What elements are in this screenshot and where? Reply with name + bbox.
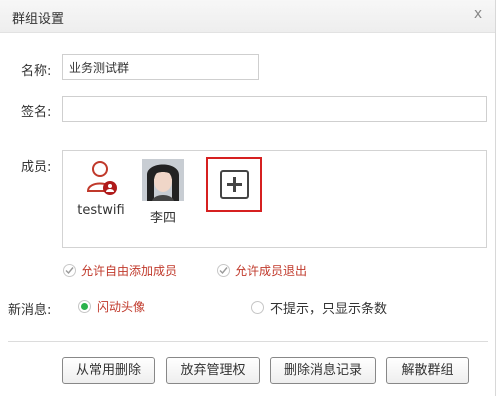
user-outline-icon — [86, 161, 117, 195]
disband-group-button[interactable]: 解散群组 — [386, 357, 469, 384]
radio-flash-avatar[interactable]: 闪动头像 — [78, 298, 145, 315]
allow-add-label: 允许自由添加成员 — [81, 264, 178, 278]
radio-selected-icon — [78, 300, 91, 313]
add-member-button[interactable] — [206, 157, 262, 212]
dialog-title: 群组设置 — [12, 12, 65, 27]
group-settings-dialog: 群组设置 x 名称: 签名: 成员: testwifi — [0, 0, 496, 396]
member-name: testwifi — [77, 203, 125, 218]
remove-from-common-button[interactable]: 从常用删除 — [62, 357, 155, 384]
allow-quit-checkbox[interactable]: 允许成员退出 — [217, 262, 307, 279]
members-label: 成员: — [21, 160, 52, 175]
allow-add-checkbox[interactable]: 允许自由添加成员 — [63, 262, 177, 279]
member-name: 李四 — [149, 211, 176, 226]
name-label: 名称: — [21, 64, 52, 79]
allow-quit-label: 允许成员退出 — [235, 264, 308, 278]
signature-input[interactable] — [62, 96, 487, 122]
check-icon — [217, 264, 230, 277]
give-up-admin-button[interactable]: 放弃管理权 — [166, 357, 260, 384]
radio-show-count-label: 不提示，只显示条数 — [270, 302, 388, 317]
members-box: testwifi 李四 — [62, 150, 487, 248]
signature-label: 签名: — [21, 105, 52, 120]
member-item[interactable]: 李四 — [135, 159, 191, 226]
radio-unselected-icon — [251, 301, 264, 314]
check-icon — [63, 264, 76, 277]
new-message-label: 新消息: — [8, 303, 52, 318]
title-bar[interactable]: 群组设置 x — [0, 0, 495, 33]
member-item[interactable]: testwifi — [69, 159, 133, 218]
group-name-input[interactable] — [62, 54, 259, 80]
divider — [8, 341, 488, 342]
delete-message-records-button[interactable]: 删除消息记录 — [270, 357, 376, 384]
plus-icon — [220, 170, 249, 199]
photo-avatar — [142, 159, 184, 201]
radio-flash-label: 闪动头像 — [97, 300, 146, 314]
close-icon[interactable]: x — [471, 6, 485, 22]
radio-show-count[interactable]: 不提示，只显示条数 — [251, 298, 387, 317]
